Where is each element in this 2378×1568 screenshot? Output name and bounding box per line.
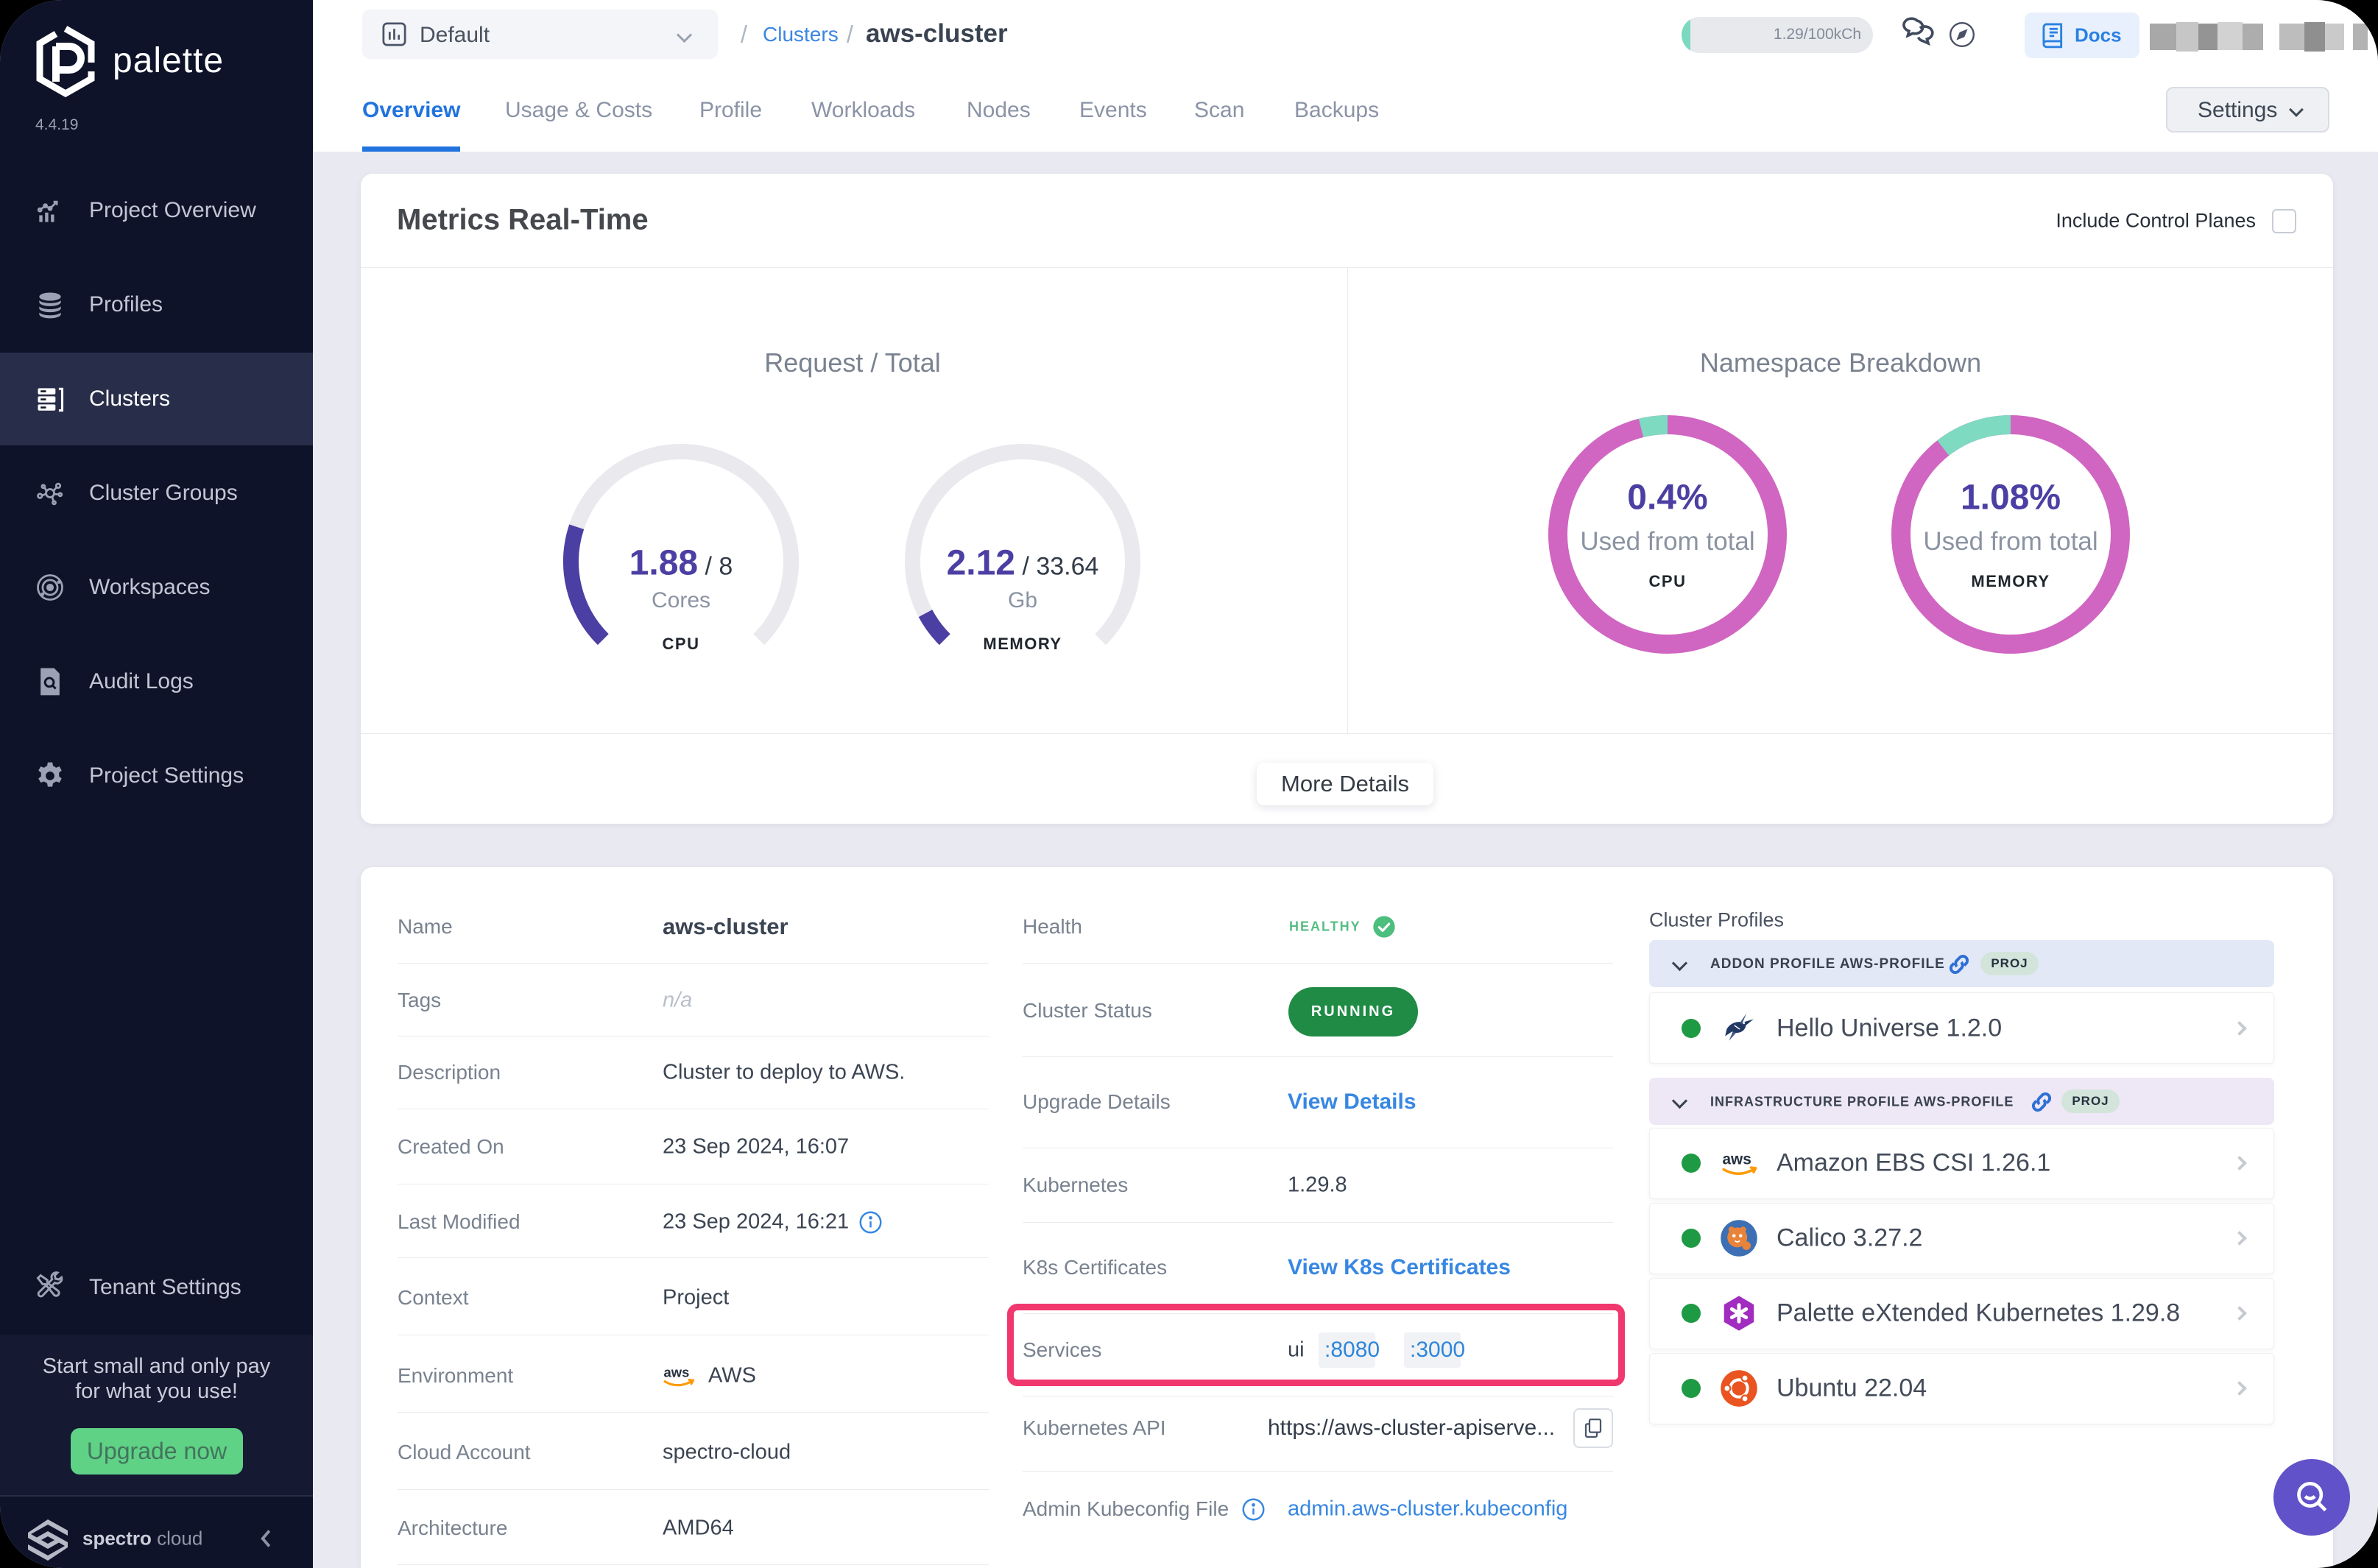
svg-text:aws: aws: [664, 1365, 690, 1380]
svg-text:aws: aws: [1722, 1151, 1751, 1168]
